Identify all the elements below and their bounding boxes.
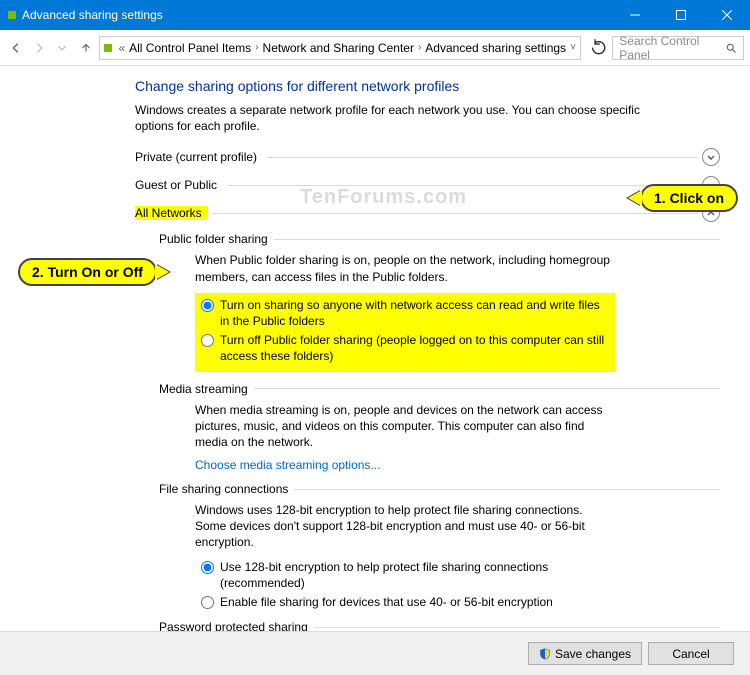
section-description: Windows uses 128-bit encryption to help …	[195, 502, 615, 551]
section-password-protected: Password protected sharing	[135, 620, 720, 631]
nav-bar: « All Control Panel Items › Network and …	[0, 30, 750, 66]
radio-public-on[interactable]: Turn on sharing so anyone with network a…	[201, 297, 609, 329]
file-sharing-options: Use 128-bit encryption to help protect f…	[195, 559, 615, 611]
breadcrumb[interactable]: « All Control Panel Items › Network and …	[99, 36, 580, 60]
breadcrumb-item[interactable]: Advanced sharing settings	[425, 41, 566, 55]
radio-label: Turn on sharing so anyone with network a…	[220, 297, 609, 329]
search-placeholder: Search Control Panel	[619, 34, 725, 62]
window-icon	[8, 11, 16, 19]
radio-label: Turn off Public folder sharing (people l…	[220, 332, 609, 364]
content-area: Change sharing options for different net…	[0, 66, 750, 631]
section-title: Password protected sharing	[135, 620, 314, 631]
button-label: Save changes	[555, 647, 631, 661]
profile-label: Guest or Public	[135, 178, 223, 192]
profile-label: Private (current profile)	[135, 150, 263, 164]
public-folder-options: Turn on sharing so anyone with network a…	[195, 293, 615, 372]
breadcrumb-icon	[104, 44, 112, 52]
breadcrumb-item[interactable]: Network and Sharing Center	[263, 41, 414, 55]
section-title: Public folder sharing	[135, 232, 274, 246]
up-button[interactable]	[76, 36, 95, 60]
chevron-down-icon[interactable]: ˅	[570, 42, 576, 53]
profile-private[interactable]: Private (current profile)	[135, 148, 720, 166]
chevron-down-icon[interactable]	[702, 148, 720, 166]
chevron-up-icon[interactable]	[702, 204, 720, 222]
radio-40-56bit[interactable]: Enable file sharing for devices that use…	[201, 594, 615, 610]
cancel-button[interactable]: Cancel	[648, 642, 734, 665]
section-media-streaming: Media streaming	[135, 382, 720, 396]
page-description: Windows creates a separate network profi…	[135, 102, 645, 134]
refresh-button[interactable]	[589, 36, 608, 60]
button-label: Cancel	[672, 647, 709, 661]
minimize-button[interactable]	[612, 0, 658, 30]
radio-input[interactable]	[201, 334, 214, 347]
radio-input[interactable]	[201, 596, 214, 609]
profile-label: All Networks	[135, 206, 208, 220]
back-button[interactable]	[6, 36, 25, 60]
radio-128bit[interactable]: Use 128-bit encryption to help protect f…	[201, 559, 615, 591]
window-controls	[612, 0, 750, 30]
shield-icon	[539, 648, 551, 660]
section-description: When media streaming is on, people and d…	[195, 402, 615, 451]
section-file-sharing: File sharing connections	[135, 482, 720, 496]
section-title: File sharing connections	[135, 482, 294, 496]
maximize-button[interactable]	[658, 0, 704, 30]
chevron-down-icon[interactable]	[702, 176, 720, 194]
section-description: When Public folder sharing is on, people…	[195, 252, 615, 284]
chevron-right-icon: ›	[255, 42, 258, 53]
radio-public-off[interactable]: Turn off Public folder sharing (people l…	[201, 332, 609, 364]
forward-button[interactable]	[29, 36, 48, 60]
search-input[interactable]: Search Control Panel	[612, 36, 744, 60]
page-title: Change sharing options for different net…	[135, 78, 720, 94]
recent-dropdown-icon[interactable]	[53, 36, 72, 60]
section-public-folder: Public folder sharing	[135, 232, 720, 246]
bottom-bar: Save changes Cancel	[0, 631, 750, 675]
breadcrumb-overflow[interactable]: «	[118, 41, 125, 55]
section-title: Media streaming	[135, 382, 254, 396]
chevron-right-icon: ›	[418, 42, 421, 53]
profile-guest[interactable]: Guest or Public	[135, 176, 720, 194]
window-title: Advanced sharing settings	[22, 8, 163, 22]
close-button[interactable]	[704, 0, 750, 30]
save-changes-button[interactable]: Save changes	[528, 642, 642, 665]
radio-label: Use 128-bit encryption to help protect f…	[220, 559, 615, 591]
radio-input[interactable]	[201, 299, 214, 312]
radio-label: Enable file sharing for devices that use…	[220, 594, 615, 610]
profile-all-networks[interactable]: All Networks	[135, 204, 720, 222]
title-bar: Advanced sharing settings	[0, 0, 750, 30]
radio-input[interactable]	[201, 561, 214, 574]
breadcrumb-item[interactable]: All Control Panel Items	[129, 41, 251, 55]
search-icon	[725, 42, 737, 54]
media-options-link[interactable]: Choose media streaming options...	[195, 458, 615, 472]
